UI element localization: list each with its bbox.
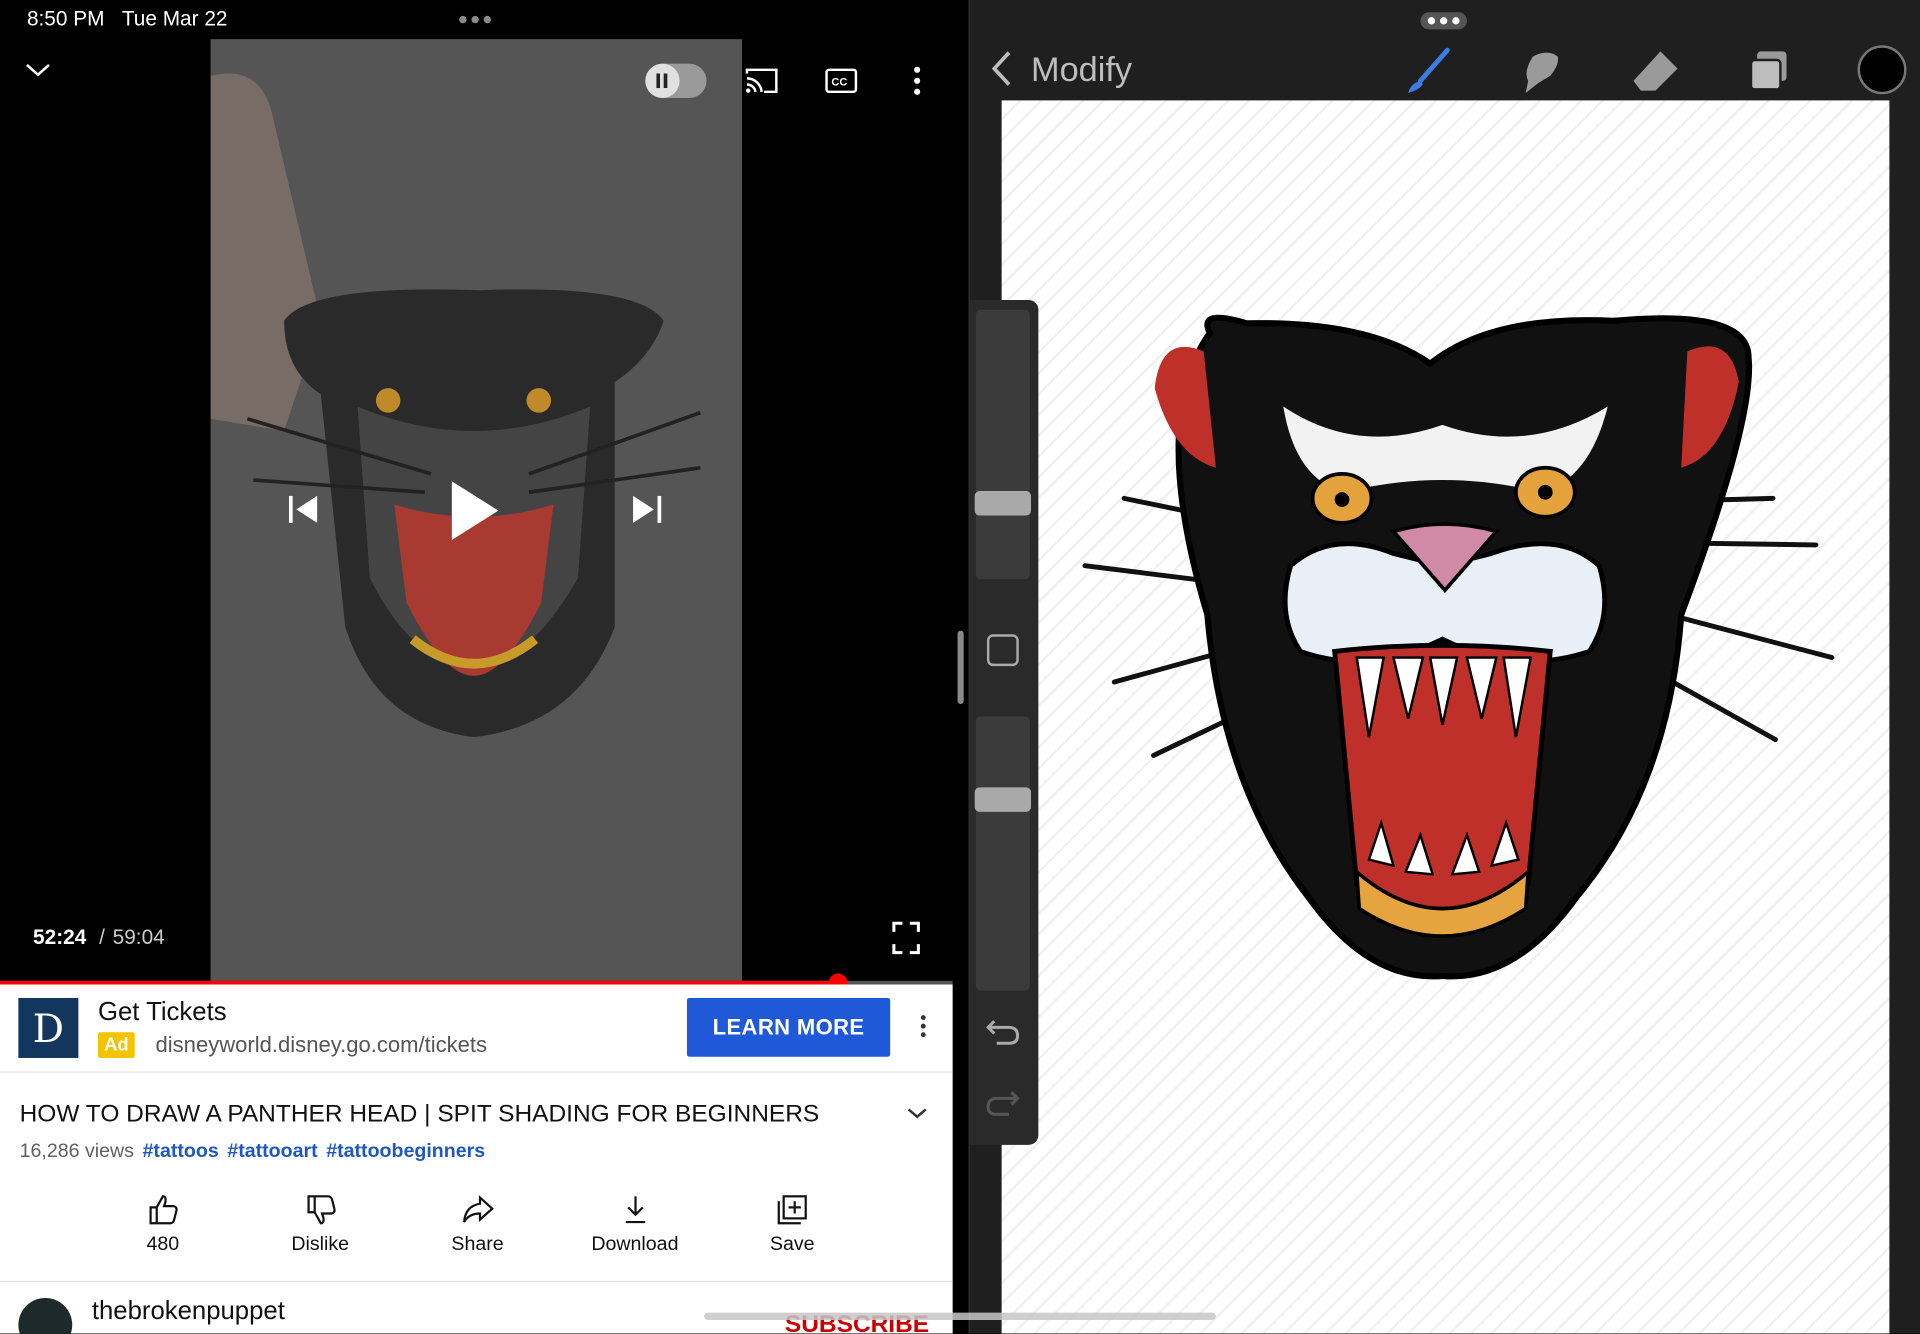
ad-title: Get Tickets (97, 997, 227, 1027)
undo-icon[interactable] (984, 1016, 1021, 1054)
time-separator: / (99, 925, 105, 949)
previous-icon[interactable] (285, 492, 319, 526)
color-picker-button[interactable] (1857, 45, 1907, 95)
like-button[interactable]: 480 (86, 1193, 240, 1266)
download-button[interactable]: Download (558, 1193, 712, 1266)
status-date: Tue Mar 22 (121, 7, 228, 31)
opacity-slider[interactable] (975, 716, 1030, 991)
like-count: 480 (146, 1234, 180, 1256)
learn-more-button[interactable]: LEARN MORE (686, 997, 891, 1057)
home-indicator[interactable] (704, 1312, 1216, 1321)
ad-badge: Ad (97, 1032, 135, 1058)
disney-logo: D (18, 997, 79, 1058)
save-label: Save (769, 1234, 815, 1256)
action-bar: 480 Dislike Share Download Save (86, 1193, 870, 1266)
video-title[interactable]: HOW TO DRAW A PANTHER HEAD | SPIT SHADIN… (20, 1101, 820, 1129)
procreate-app: Modify (968, 0, 1920, 1334)
divider (0, 1280, 953, 1283)
hashtag-link[interactable]: #tattooart (227, 1141, 317, 1163)
more-options-icon[interactable] (912, 66, 922, 95)
ad-more-icon[interactable] (912, 1011, 934, 1048)
opacity-thumb[interactable] (974, 787, 1032, 812)
ad-url: disneyworld.disney.go.com/tickets (155, 1032, 488, 1057)
channel-name[interactable]: thebrokenpuppet (92, 1297, 285, 1326)
youtube-app: 8:50 PM Tue Mar 22 CC 52:24 / 59:04 D Ge… (0, 0, 953, 1334)
modify-button-icon[interactable] (986, 634, 1019, 667)
drawing-canvas[interactable] (1001, 100, 1890, 1334)
video-player[interactable]: CC 52:24 / 59:04 (0, 39, 953, 981)
pause-icon (645, 63, 680, 98)
view-count: 16,286 views (19, 1141, 134, 1163)
modify-menu[interactable]: Modify (1031, 50, 1132, 89)
multitask-dots-icon[interactable] (1420, 12, 1467, 30)
save-to-playlist-icon (777, 1195, 807, 1225)
next-icon[interactable] (631, 492, 665, 526)
video-details: D Get Tickets Ad disneyworld.disney.go.c… (0, 984, 953, 1334)
download-label: Download (591, 1234, 679, 1256)
side-toolbar (969, 300, 1039, 1145)
brush-size-thumb[interactable] (974, 491, 1032, 516)
panther-artwork (1082, 314, 1835, 980)
share-icon (462, 1195, 494, 1223)
brush-icon[interactable] (1403, 47, 1452, 96)
fullscreen-icon[interactable] (891, 921, 920, 955)
cast-icon[interactable] (744, 66, 778, 95)
layers-icon[interactable] (1745, 47, 1794, 96)
minimize-chevron-icon[interactable] (24, 61, 51, 78)
thumbs-up-icon (149, 1195, 178, 1225)
share-button[interactable]: Share (400, 1193, 554, 1266)
eraser-icon[interactable] (1631, 47, 1680, 96)
thumbs-down-icon (306, 1195, 336, 1225)
smudge-icon[interactable] (1516, 47, 1565, 96)
hashtag-link[interactable]: #tattoobeginners (326, 1141, 485, 1163)
expand-description-icon[interactable] (906, 1104, 928, 1126)
autoplay-toggle[interactable] (645, 63, 707, 98)
redo-icon[interactable] (984, 1087, 1021, 1125)
status-clock: 8:50 PM (26, 7, 105, 31)
current-time: 52:24 (33, 925, 87, 949)
ad-banner[interactable]: D Get Tickets Ad disneyworld.disney.go.c… (0, 984, 953, 1073)
hashtag-link[interactable]: #tattoos (143, 1141, 219, 1163)
total-time: 59:04 (112, 925, 165, 949)
video-meta: 16,286 views #tattoos #tattooart #tattoo… (20, 1141, 486, 1163)
download-icon (625, 1196, 645, 1224)
dislike-button[interactable]: Dislike (243, 1193, 397, 1266)
svg-text:CC: CC (831, 77, 847, 89)
multitask-dots-icon[interactable] (459, 15, 492, 24)
back-chevron-icon[interactable] (989, 49, 1013, 94)
split-view-divider-handle[interactable] (957, 630, 964, 705)
share-label: Share (451, 1234, 504, 1256)
status-time: 8:50 PM Tue Mar 22 (27, 7, 228, 31)
brush-size-slider[interactable] (975, 309, 1030, 580)
play-icon[interactable] (447, 478, 501, 544)
channel-avatar[interactable] (18, 1297, 73, 1334)
dislike-label: Dislike (291, 1234, 350, 1256)
captions-icon[interactable]: CC (824, 66, 858, 95)
save-button[interactable]: Save (715, 1193, 869, 1266)
